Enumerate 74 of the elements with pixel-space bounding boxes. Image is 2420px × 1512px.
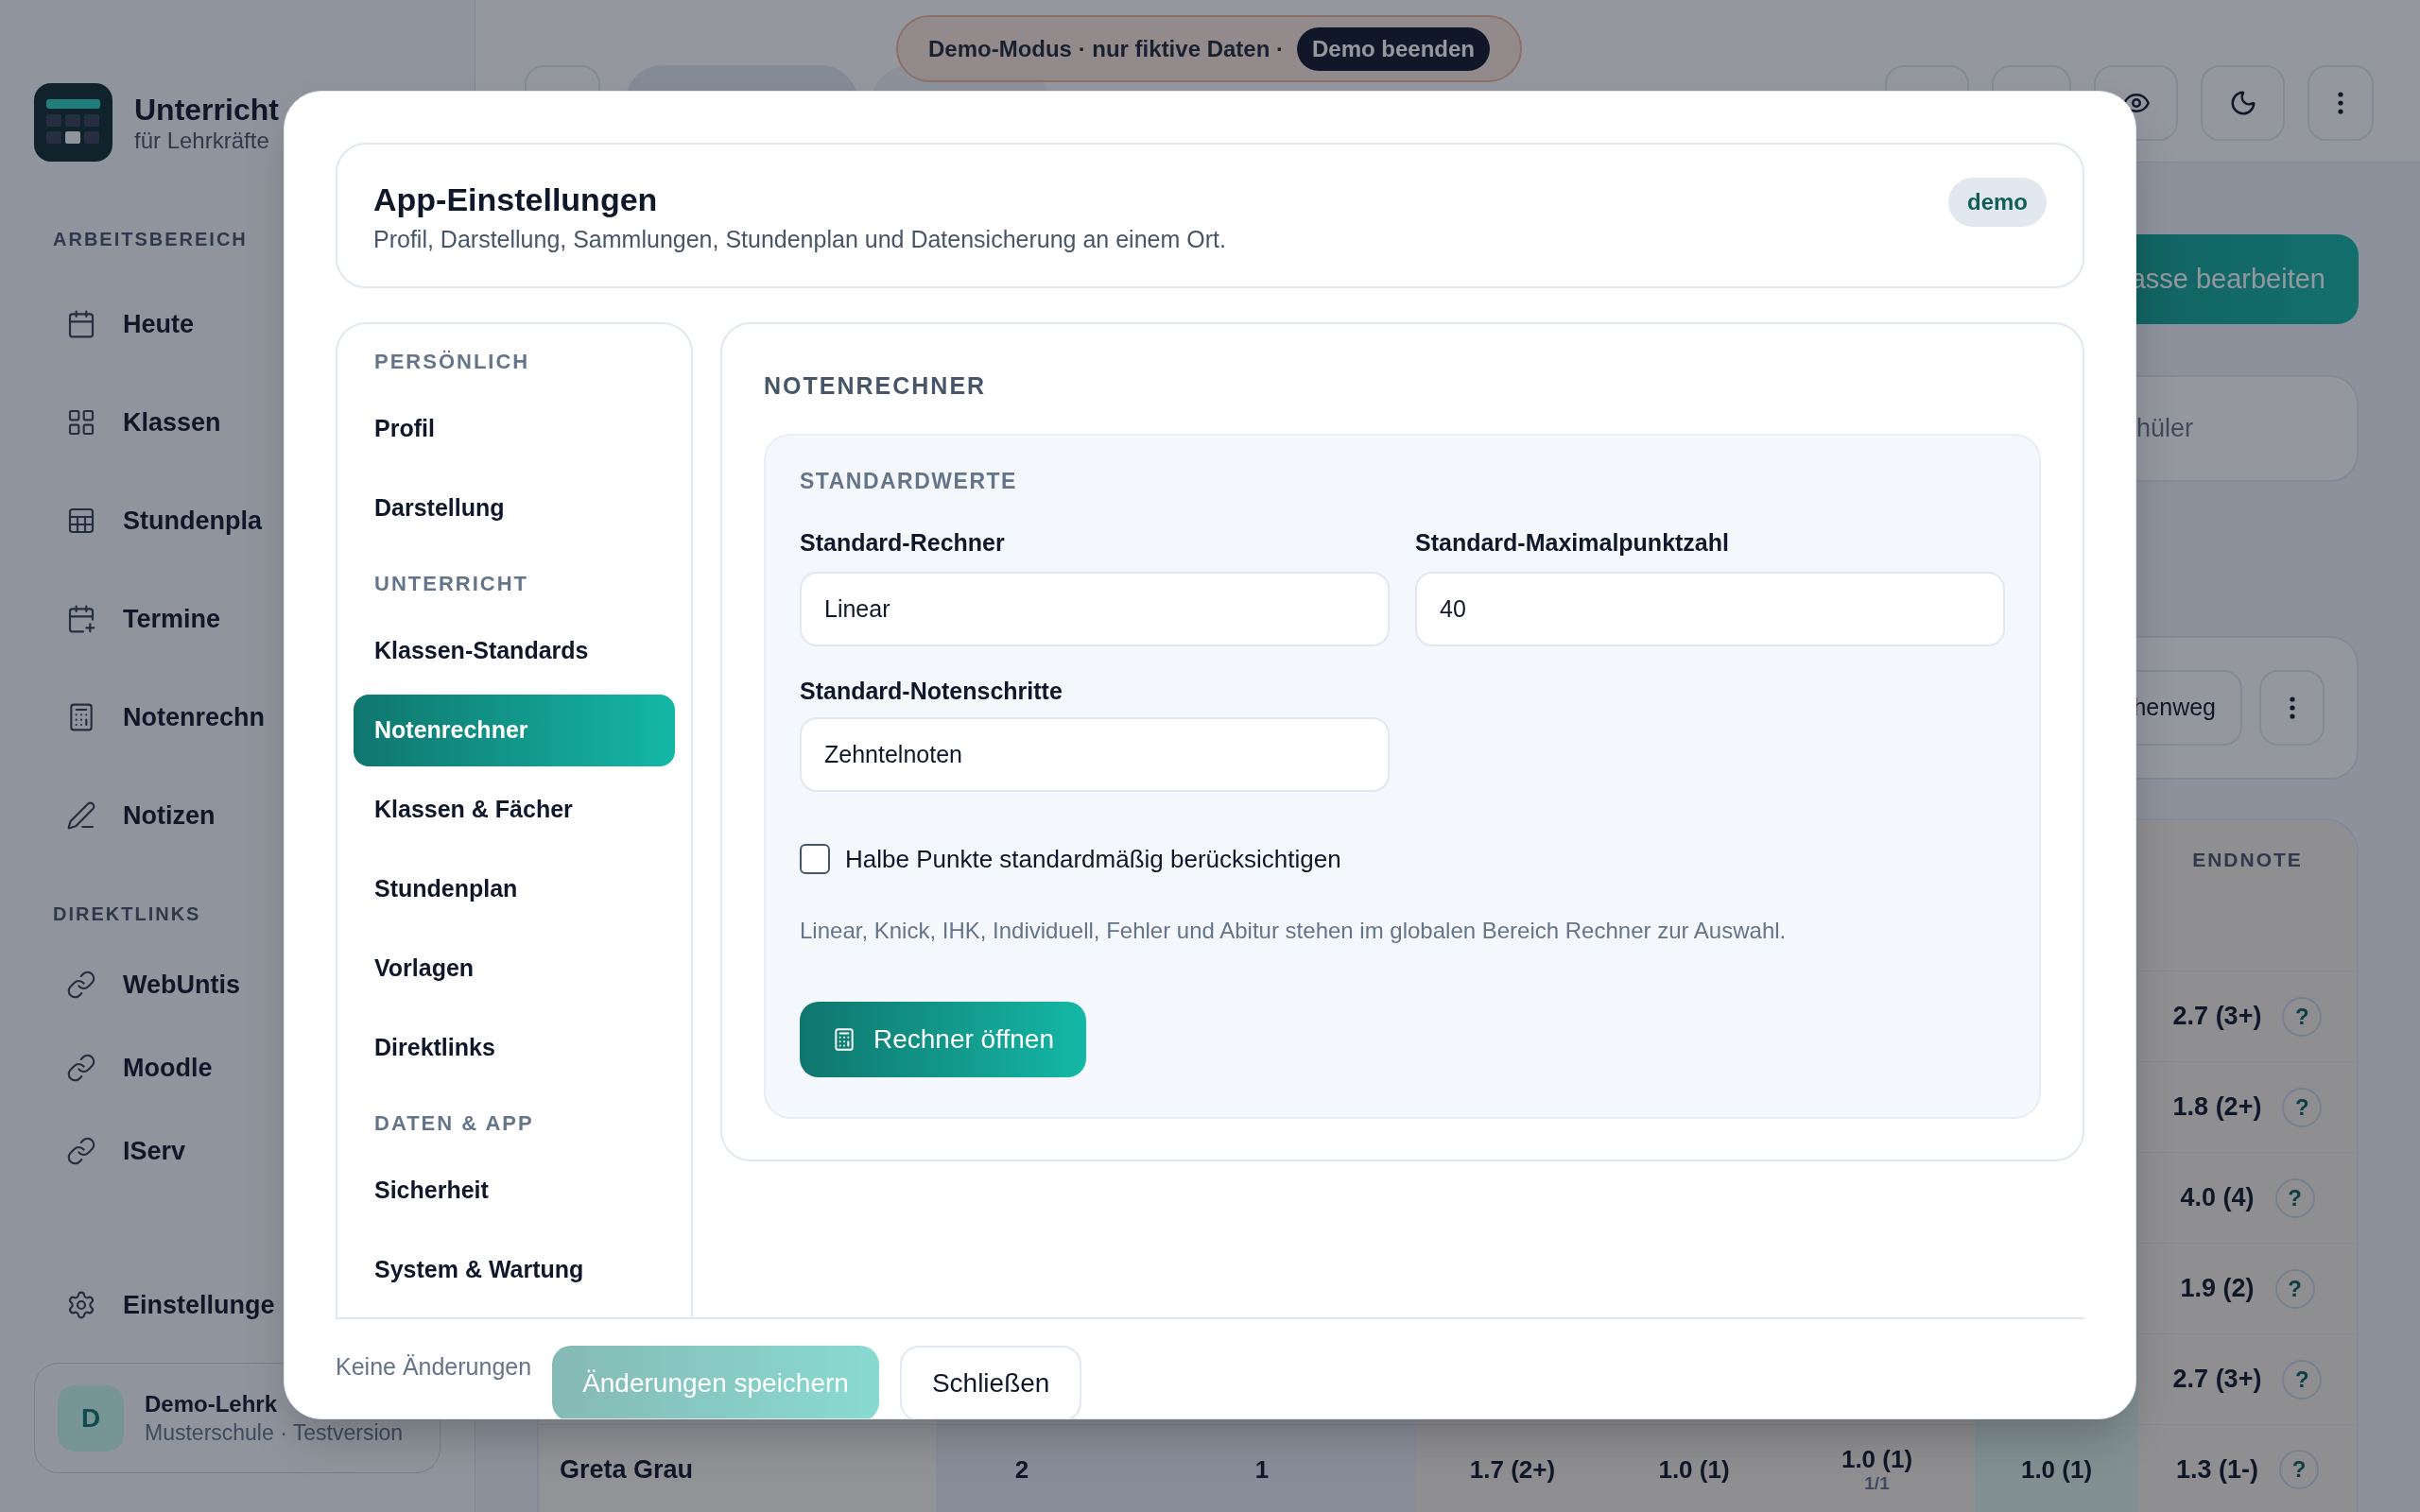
input-field[interactable]: 40 [1415,572,2005,646]
dark-mode-button[interactable] [2201,65,2285,141]
nav-section-heading: UNTERRICHT [374,570,528,597]
help-button[interactable]: ? [2274,1268,2315,1309]
settings-nav-item[interactable]: System & Wartung [354,1234,675,1306]
pen-icon [66,800,96,831]
open-calculator-button[interactable]: Rechner öffnen [800,1002,1086,1077]
final-grade: 1.3 (1-) [2176,1453,2258,1486]
panel-heading: NOTENRECHNER [764,373,988,398]
calendar-icon [66,309,96,339]
user-avatar: D [58,1384,124,1452]
dialog-subtitle: Profil, Darstellung, Sammlungen, Stundenplan und Datensicherung an einem Ort. [373,225,1226,254]
table-cell: 1.7 (2+) [1469,1455,1556,1484]
checkbox-label: Halbe Punkte standardmäßig berücksichtigen [845,843,1341,875]
table-cell: 2 [1014,1455,1029,1484]
table-cell: 1.0 (1) [1841,1445,1913,1473]
settings-nav-item[interactable]: Notenrechner [354,695,675,766]
link-icon [66,970,96,1000]
settings-nav-item[interactable]: Direktlinks [354,1012,675,1084]
section-heading: ARBEITSBEREICH [53,228,248,251]
help-button[interactable]: ? [2274,1177,2315,1218]
student-name: Greta Grau [560,1453,694,1486]
link-icon [66,1053,96,1083]
settings-nav-item[interactable]: Profil [354,393,675,465]
help-button[interactable]: ? [2279,1450,2319,1489]
cell-subtext: 1/1 [1864,1473,1890,1494]
final-grade: 4.0 (4) [2180,1182,2255,1214]
settings-nav-item[interactable]: Vorlagen [354,933,675,1005]
column-header: ENDNOTE [2192,848,2303,872]
table-cell: 1.0 (1) [2020,1455,2093,1484]
field-label: Standard-Rechner [800,528,1006,557]
table-icon [66,506,96,536]
link-icon [66,1136,96,1166]
final-grade: 1.9 (2) [2180,1273,2255,1305]
section-heading: DIREKTLINKS [53,902,201,926]
calculator-icon [832,1027,856,1052]
help-button[interactable]: ? [2282,996,2323,1037]
grid-icon [66,407,96,438]
settings-nav-item[interactable]: Klassen-Standards [354,615,675,687]
help-button[interactable]: ? [2282,1359,2323,1400]
help-button[interactable]: ? [2282,1087,2323,1127]
final-grade: 2.7 (3+) [2172,1364,2262,1396]
dialog-title: App-Einstellungen [373,180,659,219]
more-icon [2289,696,2295,719]
field-label: Standard-Notenschritte [800,677,1063,705]
nav-section-heading: PERSÖNLICH [374,348,530,375]
settings-nav-item[interactable]: Stundenplan [354,853,675,925]
app-title: Unterricht [134,91,279,128]
settings-nav-item[interactable]: Sicherheit [354,1155,675,1227]
settings-nav-item[interactable]: Klassen & Fächer [354,774,675,846]
settings-icon [66,1290,96,1320]
end-demo-button[interactable]: Demo beenden [1297,26,1491,71]
input-field[interactable]: Zehntelnoten [800,717,1390,792]
field-label: Standard-Maximalpunktzahl [1415,528,1730,557]
table-cell: 1.0 (1) [1658,1455,1730,1484]
final-grade: 2.7 (3+) [2172,1001,2262,1033]
close-button[interactable]: Schließen [899,1346,1082,1418]
checkbox[interactable] [800,844,830,874]
calendar-plus-icon [66,604,96,634]
final-grade: 1.8 (2+) [2172,1091,2262,1124]
table-cell: 1 [1254,1455,1270,1484]
input-field[interactable]: Linear [800,572,1390,646]
demo-badge: demo [1948,178,2047,227]
search-field[interactable]: hüler [2136,409,2357,448]
nav-section-heading: DATEN & APP [374,1109,534,1137]
more-icon [2338,92,2343,114]
settings-nav-item[interactable]: Darstellung [354,472,675,544]
app-subtitle: für Lehrkräfte [134,127,270,154]
demo-banner-text: Demo-Modus · nur fiktive Daten · [927,34,1284,63]
user-school: Musterschule · Testversion [145,1418,404,1447]
app-logo-icon [34,83,112,162]
group-heading: STANDARDWERTE [800,470,1018,492]
hint-text: Linear, Knick, IHK, Individuell, Fehler und Abitur stehen im globalen Bereich Rechner zur Auswahl. [800,917,1788,945]
user-name: Demo-Lehrk [145,1389,279,1418]
